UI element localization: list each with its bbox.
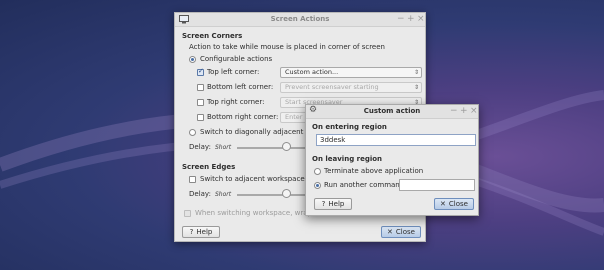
wrap-workspace-label: When switching workspace, wrap a bbox=[195, 209, 319, 217]
edge-delay-slider-handle[interactable] bbox=[282, 189, 291, 198]
close-icon: ✕ bbox=[387, 228, 393, 236]
custom-action-window: ⚙ Custom action − + × On entering region… bbox=[305, 104, 479, 216]
terminate-application-radio[interactable] bbox=[314, 168, 321, 175]
help-button[interactable]: ? Help bbox=[182, 226, 220, 238]
help-icon: ? bbox=[189, 228, 194, 236]
custom-titlebar[interactable]: ⚙ Custom action − + × bbox=[306, 105, 478, 119]
run-command-input[interactable] bbox=[399, 179, 475, 191]
custom-close-button-label: Close bbox=[448, 200, 468, 208]
run-command-label: Run another command: bbox=[324, 181, 407, 189]
configurable-actions-label: Configurable actions bbox=[200, 55, 273, 63]
bottom-left-corner-label: Bottom left corner: bbox=[207, 83, 274, 91]
close-icon: ✕ bbox=[440, 200, 446, 208]
minimize-icon[interactable]: − bbox=[450, 106, 458, 116]
bottom-right-corner-label: Bottom right corner: bbox=[207, 113, 279, 121]
screen-edges-heading: Screen Edges bbox=[182, 163, 236, 171]
top-left-corner-checkbox[interactable] bbox=[197, 67, 204, 76]
help-icon: ? bbox=[321, 200, 326, 208]
top-right-corner-checkbox[interactable] bbox=[197, 99, 204, 106]
top-left-corner-select[interactable]: Custom action... ⇕ bbox=[280, 67, 422, 78]
bottom-left-corner-select[interactable]: Prevent screensaver starting ⇕ bbox=[280, 82, 422, 93]
edge-delay-slider[interactable] bbox=[237, 194, 305, 196]
terminate-application-label: Terminate above application bbox=[324, 167, 424, 175]
bottom-right-corner-checkbox[interactable] bbox=[197, 114, 204, 121]
run-command-radio[interactable] bbox=[314, 182, 321, 189]
close-window-icon[interactable]: × bbox=[417, 14, 425, 24]
screen-corners-heading: Screen Corners bbox=[182, 32, 243, 40]
close-button-label: Close bbox=[395, 228, 415, 236]
bottom-left-corner-value: Prevent screensaver starting bbox=[285, 83, 379, 91]
top-left-corner-value: Custom action... bbox=[285, 68, 339, 76]
close-button[interactable]: ✕ Close bbox=[381, 226, 421, 238]
corner-delay-short-label: Short bbox=[215, 144, 232, 151]
entering-command-input[interactable]: 3ddesk bbox=[316, 134, 476, 146]
custom-help-button[interactable]: ? Help bbox=[314, 198, 352, 210]
corners-description: Action to take while mouse is placed in … bbox=[189, 43, 385, 51]
wrap-workspace-checkbox[interactable] bbox=[184, 210, 191, 217]
corner-delay-slider[interactable] bbox=[237, 147, 305, 149]
adjacent-workspace-checkbox[interactable] bbox=[189, 176, 196, 183]
close-window-icon[interactable]: × bbox=[470, 106, 478, 116]
main-titlebar[interactable]: Screen Actions − + × bbox=[175, 13, 425, 27]
diagonal-workspace-radio[interactable] bbox=[189, 129, 196, 136]
adjacent-workspace-label: Switch to adjacent workspace wh bbox=[200, 175, 318, 183]
dropdown-icon: ⇕ bbox=[413, 84, 419, 91]
corner-delay-slider-handle[interactable] bbox=[282, 142, 291, 151]
leaving-region-heading: On leaving region bbox=[312, 155, 383, 163]
main-window-title: Screen Actions bbox=[270, 15, 330, 23]
custom-close-button[interactable]: ✕ Close bbox=[434, 198, 474, 210]
edge-delay-short-label: Short bbox=[215, 191, 232, 198]
custom-help-button-label: Help bbox=[328, 200, 345, 208]
dropdown-icon: ⇕ bbox=[413, 69, 419, 76]
bottom-left-corner-checkbox[interactable] bbox=[197, 84, 204, 91]
top-left-corner-label: Top left corner: bbox=[207, 68, 260, 76]
maximize-icon[interactable]: + bbox=[407, 14, 415, 24]
maximize-icon[interactable]: + bbox=[460, 106, 468, 116]
corner-delay-label: Delay: bbox=[189, 143, 211, 151]
minimize-icon[interactable]: − bbox=[397, 14, 405, 24]
edge-delay-label: Delay: bbox=[189, 190, 211, 198]
top-right-corner-label: Top right corner: bbox=[207, 98, 265, 106]
help-button-label: Help bbox=[196, 228, 213, 236]
configurable-actions-radio[interactable] bbox=[189, 56, 196, 63]
entering-region-heading: On entering region bbox=[312, 123, 387, 131]
